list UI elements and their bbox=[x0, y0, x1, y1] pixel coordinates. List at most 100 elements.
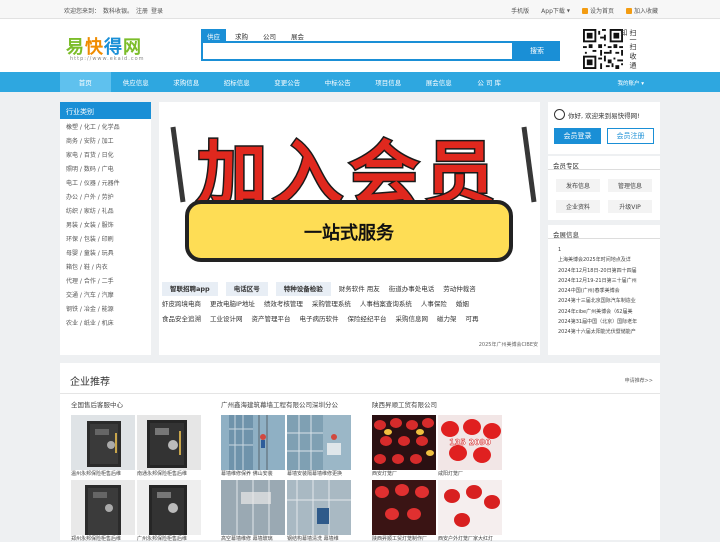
category-item[interactable]: 母婴 / 童装 / 玩具 bbox=[60, 245, 151, 259]
hot-link[interactable]: 可再 bbox=[466, 312, 479, 326]
expo-news-item[interactable]: 上海美博会2025年时间地点及详 bbox=[548, 255, 660, 265]
hot-link[interactable]: 工业设计网 bbox=[210, 312, 243, 326]
register-link[interactable]: 注册 bbox=[136, 6, 148, 15]
lantern-image[interactable]: 135 2090 bbox=[438, 415, 502, 470]
company-profile-button[interactable]: 企业资料 bbox=[556, 200, 600, 213]
safe-product-image[interactable] bbox=[71, 480, 135, 535]
expo-news-item[interactable]: 1 bbox=[548, 245, 660, 255]
expo-news-item[interactable]: 2024第31届中国（北京）国际老年 bbox=[548, 317, 660, 327]
category-item[interactable]: 环保 / 包装 / 印刷 bbox=[60, 231, 151, 245]
hot-link[interactable]: 电子病历软件 bbox=[300, 312, 339, 326]
category-item[interactable]: 电工 / 仪器 / 元器件 bbox=[60, 175, 151, 189]
hot-link[interactable]: 保险经纪平台 bbox=[348, 312, 387, 326]
hot-link[interactable]: 人事保险 bbox=[421, 297, 447, 311]
curtain-wall-image[interactable] bbox=[287, 480, 351, 535]
curtain-wall-image[interactable] bbox=[221, 415, 285, 470]
category-item[interactable]: 家电 / 百货 / 日化 bbox=[60, 147, 151, 161]
lantern-image[interactable] bbox=[372, 480, 436, 535]
safe-product-image[interactable] bbox=[137, 415, 201, 470]
apply-recommend-link[interactable]: 申请推荐>> bbox=[625, 377, 653, 384]
product-caption[interactable]: 西安户外灯笼厂家大红灯 bbox=[438, 535, 502, 542]
category-item[interactable]: 男装 / 女装 / 服饰 bbox=[60, 217, 151, 231]
product-caption[interactable]: 南通永邦保险柜售后维 bbox=[137, 470, 201, 477]
lantern-image[interactable] bbox=[438, 480, 502, 535]
search-input[interactable] bbox=[201, 41, 514, 61]
nav-tender[interactable]: 招标信息 bbox=[212, 72, 263, 92]
nav-projects[interactable]: 项目信息 bbox=[363, 72, 414, 92]
hot-link[interactable]: 财务软件 用友 bbox=[339, 282, 380, 296]
category-item[interactable]: 箱包 / 鞋 / 内衣 bbox=[60, 259, 151, 273]
join-member-banner[interactable]: 加入会员 一站式服务 bbox=[159, 102, 540, 277]
upgrade-vip-button[interactable]: 升级VIP bbox=[608, 200, 652, 213]
product-caption[interactable]: 温州永邦保险柜售后维 bbox=[71, 470, 135, 477]
expo-news-item[interactable]: 2024第十三届北京国际汽车制造业 bbox=[548, 296, 660, 306]
hot-link[interactable]: 更改电脑IP地址 bbox=[210, 297, 255, 311]
lantern-image[interactable] bbox=[372, 415, 436, 470]
add-favorite-link[interactable]: 加入收藏 bbox=[625, 6, 658, 15]
links-footer-news[interactable]: 2025年广州美博会CIBE安 bbox=[479, 341, 538, 348]
expo-news-item[interactable]: 2024年12月19-21日第三十届广州 bbox=[548, 276, 660, 286]
hot-link[interactable]: 采购信息网 bbox=[396, 312, 429, 326]
product-caption[interactable]: 咸阳灯笼厂 bbox=[438, 470, 502, 477]
product-caption[interactable]: 幕墙安装隔幕墙维修更换 bbox=[287, 470, 351, 477]
category-item[interactable]: 交通 / 汽车 / 汽摩 bbox=[60, 288, 151, 302]
member-login-button[interactable]: 会员登录 bbox=[554, 128, 601, 144]
enterprise-name[interactable]: 广州鑫海建筑幕墙工程有限公司深圳分公 bbox=[221, 399, 361, 409]
category-item[interactable]: 纺织 / 家纺 / 礼品 bbox=[60, 203, 151, 217]
category-item[interactable]: 照明 / 数码 / 广电 bbox=[60, 161, 151, 175]
hot-link[interactable]: 绩效考核管理 bbox=[264, 297, 303, 311]
hot-link[interactable]: 食品安全追溯 bbox=[162, 312, 201, 326]
product-caption[interactable]: 高空幕墙维修 幕墙玻璃 bbox=[221, 535, 285, 542]
nav-change-notice[interactable]: 变更公告 bbox=[262, 72, 313, 92]
hot-link[interactable]: 特种设备检验 bbox=[275, 282, 331, 296]
product-caption[interactable]: 幕墙维修保养 佛山安装 bbox=[221, 470, 285, 477]
safe-product-image[interactable] bbox=[137, 480, 201, 535]
hot-link[interactable]: 磁力架 bbox=[437, 312, 457, 326]
category-sidebar: 行业类别 橡塑 / 化工 / 化学品 商务 / 安防 / 加工 家电 / 百货 / … bbox=[60, 102, 151, 355]
member-register-button[interactable]: 会员注册 bbox=[607, 128, 654, 144]
hot-link[interactable]: 劳动仲裁咨 bbox=[443, 282, 476, 296]
product-caption[interactable]: 西安灯笼厂 bbox=[372, 470, 436, 477]
hot-link[interactable]: 资产管理平台 bbox=[252, 312, 291, 326]
category-item[interactable]: 橡塑 / 化工 / 化学品 bbox=[60, 119, 151, 133]
category-item[interactable]: 办公 / 户外 / 劳护 bbox=[60, 189, 151, 203]
enterprise-name[interactable]: 全国售后客服中心 bbox=[71, 399, 211, 409]
safe-product-image[interactable] bbox=[71, 415, 135, 470]
nav-companies[interactable]: 公 司 库 bbox=[464, 72, 515, 92]
nav-home[interactable]: 首页 bbox=[60, 72, 111, 92]
search-button[interactable]: 搜索 bbox=[514, 41, 560, 61]
hot-link[interactable]: 婚姻 bbox=[456, 297, 469, 311]
hot-link[interactable]: 电话区号 bbox=[225, 282, 268, 296]
expo-news-item[interactable]: 2024中国(广州)春季美博会 bbox=[548, 286, 660, 296]
category-item[interactable]: 商务 / 安防 / 加工 bbox=[60, 133, 151, 147]
nav-buy[interactable]: 求购信息 bbox=[161, 72, 212, 92]
nav-award-notice[interactable]: 中标公告 bbox=[313, 72, 364, 92]
expo-news-item[interactable]: 2024第十六届太阳能光伏暨储能产 bbox=[548, 327, 660, 337]
manage-info-button[interactable]: 管理信息 bbox=[608, 179, 652, 192]
hot-link[interactable]: 智联招聘app bbox=[162, 282, 218, 296]
my-account-menu[interactable]: 我的账户 ▾ bbox=[617, 79, 644, 87]
hot-link[interactable]: 虾皮跨境电商 bbox=[162, 297, 201, 311]
product-caption[interactable]: 广州永邦保险柜售后维 bbox=[137, 535, 201, 542]
category-item[interactable]: 代理 / 合作 / 二手 bbox=[60, 274, 151, 288]
enterprise-name[interactable]: 陕西昇顺工贸有限公司 bbox=[372, 399, 512, 409]
product-caption[interactable]: 钢结构幕墙清洗 幕墙维 bbox=[287, 535, 351, 542]
hot-link[interactable]: 街道办事处电话 bbox=[389, 282, 435, 296]
curtain-wall-image[interactable] bbox=[221, 480, 285, 535]
product-caption[interactable]: 陕西昇顺工贸灯笼制作厂 bbox=[372, 535, 436, 542]
nav-supply[interactable]: 供应信息 bbox=[111, 72, 162, 92]
login-link[interactable]: 登录 bbox=[151, 6, 163, 15]
curtain-wall-image[interactable] bbox=[287, 415, 351, 470]
set-homepage-link[interactable]: 设为首页 bbox=[581, 6, 614, 15]
app-download-link[interactable]: App下载 ▼ bbox=[541, 6, 570, 15]
category-item[interactable]: 农业 / 纸业 / 机床 bbox=[60, 316, 151, 330]
category-item[interactable]: 钢铁 / 冶金 / 能源 bbox=[60, 302, 151, 316]
expo-news-item[interactable]: 2024年cibe广州美博会（62届美 bbox=[548, 307, 660, 317]
nav-expo[interactable]: 展会信息 bbox=[414, 72, 465, 92]
hot-link[interactable]: 人事档案查询系统 bbox=[360, 297, 412, 311]
hot-link[interactable]: 采购管理系统 bbox=[312, 297, 351, 311]
product-caption[interactable]: 郑州永邦保险柜售后维 bbox=[71, 535, 135, 542]
expo-news-item[interactable]: 2024年12月18日-20日第四十四届 bbox=[548, 266, 660, 276]
mobile-link[interactable]: 手机版 bbox=[511, 6, 529, 15]
publish-info-button[interactable]: 发布信息 bbox=[556, 179, 600, 192]
